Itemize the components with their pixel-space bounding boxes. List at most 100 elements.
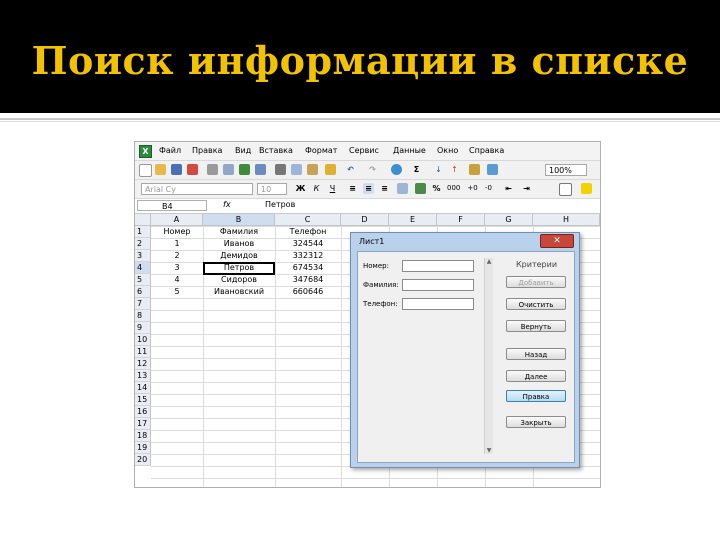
table-cell[interactable]: Ивановский — [203, 286, 275, 298]
row-header[interactable]: 8 — [135, 310, 151, 322]
menu-data[interactable]: Данные — [393, 146, 426, 155]
redo-icon[interactable]: ↷ — [367, 164, 378, 175]
undo-icon[interactable]: ↶ — [345, 164, 356, 175]
clear-button[interactable]: Очистить — [506, 298, 566, 310]
research-icon[interactable] — [255, 164, 266, 175]
table-cell[interactable]: Демидов — [203, 250, 275, 262]
row-header[interactable]: 12 — [135, 358, 151, 370]
scroll-up-icon[interactable]: ▲ — [485, 258, 493, 265]
table-cell[interactable]: Сидоров — [203, 274, 275, 286]
fill-color-icon[interactable] — [581, 183, 592, 194]
table-cell[interactable]: 674534 — [275, 262, 341, 274]
table-cell[interactable]: 5 — [151, 286, 203, 298]
phone-field[interactable] — [402, 298, 474, 310]
borders-icon[interactable] — [559, 183, 572, 196]
print-preview-icon[interactable] — [223, 164, 234, 175]
menu-file[interactable]: Файл — [159, 146, 181, 155]
formula-value[interactable]: Петров — [265, 200, 295, 209]
scroll-down-icon[interactable]: ▼ — [485, 447, 493, 454]
column-header-d[interactable]: D — [341, 214, 389, 226]
active-cell-b4[interactable] — [203, 262, 275, 275]
find-prev-button[interactable]: Назад — [506, 348, 566, 360]
zoom-select[interactable]: 100% — [545, 164, 587, 176]
sort-descending-icon[interactable]: ↑ — [449, 164, 460, 175]
edit-button[interactable]: Правка — [506, 390, 566, 402]
close-button[interactable]: ✕ — [540, 234, 574, 248]
table-cell[interactable]: 2 — [151, 250, 203, 262]
row-header[interactable]: 10 — [135, 334, 151, 346]
table-cell[interactable]: 332312 — [275, 250, 341, 262]
font-name-select[interactable]: Arial Cy — [141, 183, 253, 195]
permission-icon[interactable] — [187, 164, 198, 175]
row-header[interactable]: 16 — [135, 406, 151, 418]
row-header[interactable]: 1 — [135, 226, 151, 238]
font-size-select[interactable]: 10 — [257, 183, 287, 195]
print-icon[interactable] — [207, 164, 218, 175]
table-cell[interactable]: 324544 — [275, 238, 341, 250]
menu-view[interactable]: Вид — [235, 146, 251, 155]
currency-icon[interactable] — [415, 183, 426, 194]
underline-button[interactable]: Ч — [327, 183, 338, 194]
column-header-h[interactable]: H — [533, 214, 600, 226]
row-header[interactable]: 2 — [135, 238, 151, 250]
percent-icon[interactable]: % — [431, 183, 442, 194]
copy-icon[interactable] — [291, 164, 302, 175]
increase-decimal-icon[interactable]: +0 — [467, 183, 478, 194]
row-header[interactable]: 18 — [135, 430, 151, 442]
find-next-button[interactable]: Далее — [506, 370, 566, 382]
row-header[interactable]: 20 — [135, 454, 151, 466]
select-all-corner[interactable] — [135, 214, 151, 226]
add-button[interactable]: Добавить — [506, 276, 566, 288]
restore-button[interactable]: Вернуть — [506, 320, 566, 332]
row-header[interactable]: 9 — [135, 322, 151, 334]
column-header-c[interactable]: C — [275, 214, 341, 226]
align-right-icon[interactable]: ≡ — [379, 183, 390, 194]
cut-icon[interactable] — [275, 164, 286, 175]
autosum-icon[interactable]: Σ — [411, 164, 422, 175]
row-header[interactable]: 7 — [135, 298, 151, 310]
menu-edit[interactable]: Правка — [192, 146, 222, 155]
table-header-cell[interactable]: Телефон — [275, 226, 341, 238]
merge-center-icon[interactable] — [397, 183, 408, 194]
table-header-cell[interactable]: Фамилия — [203, 226, 275, 238]
number-field[interactable] — [402, 260, 474, 272]
menu-window[interactable]: Окно — [437, 146, 458, 155]
table-cell[interactable]: 347684 — [275, 274, 341, 286]
column-header-a[interactable]: A — [151, 214, 203, 226]
decrease-indent-icon[interactable]: ⇤ — [503, 183, 514, 194]
row-header[interactable]: 4 — [135, 262, 151, 274]
bold-button[interactable]: Ж — [295, 183, 306, 194]
drawing-icon[interactable] — [487, 164, 498, 175]
row-header[interactable]: 6 — [135, 286, 151, 298]
comma-style-icon[interactable]: 000 — [447, 183, 460, 194]
spelling-icon[interactable] — [239, 164, 250, 175]
record-scrollbar[interactable]: ▲ ▼ — [484, 258, 493, 454]
menu-help[interactable]: Справка — [469, 146, 504, 155]
menu-tools[interactable]: Сервис — [349, 146, 379, 155]
table-cell[interactable]: 660646 — [275, 286, 341, 298]
row-header[interactable]: 15 — [135, 394, 151, 406]
table-cell[interactable]: Иванов — [203, 238, 275, 250]
paste-icon[interactable] — [307, 164, 318, 175]
menu-insert[interactable]: Вставка — [259, 146, 293, 155]
align-center-icon[interactable]: ≡ — [363, 183, 374, 194]
save-icon[interactable] — [171, 164, 182, 175]
close-form-button[interactable]: Закрыть — [506, 416, 566, 428]
menu-format[interactable]: Формат — [305, 146, 337, 155]
name-box[interactable]: B4 — [137, 200, 207, 211]
row-header[interactable]: 17 — [135, 418, 151, 430]
table-cell[interactable]: 1 — [151, 238, 203, 250]
row-header[interactable]: 14 — [135, 382, 151, 394]
row-header[interactable]: 3 — [135, 250, 151, 262]
increase-indent-icon[interactable]: ⇥ — [521, 183, 532, 194]
italic-button[interactable]: К — [311, 183, 322, 194]
column-header-f[interactable]: F — [437, 214, 485, 226]
align-left-icon[interactable]: ≡ — [347, 183, 358, 194]
row-header[interactable]: 5 — [135, 274, 151, 286]
column-header-e[interactable]: E — [389, 214, 437, 226]
table-cell[interactable]: 3 — [151, 262, 203, 274]
sort-ascending-icon[interactable]: ↓ — [433, 164, 444, 175]
row-header[interactable]: 19 — [135, 442, 151, 454]
table-header-cell[interactable]: Номер — [151, 226, 203, 238]
table-cell[interactable]: 4 — [151, 274, 203, 286]
